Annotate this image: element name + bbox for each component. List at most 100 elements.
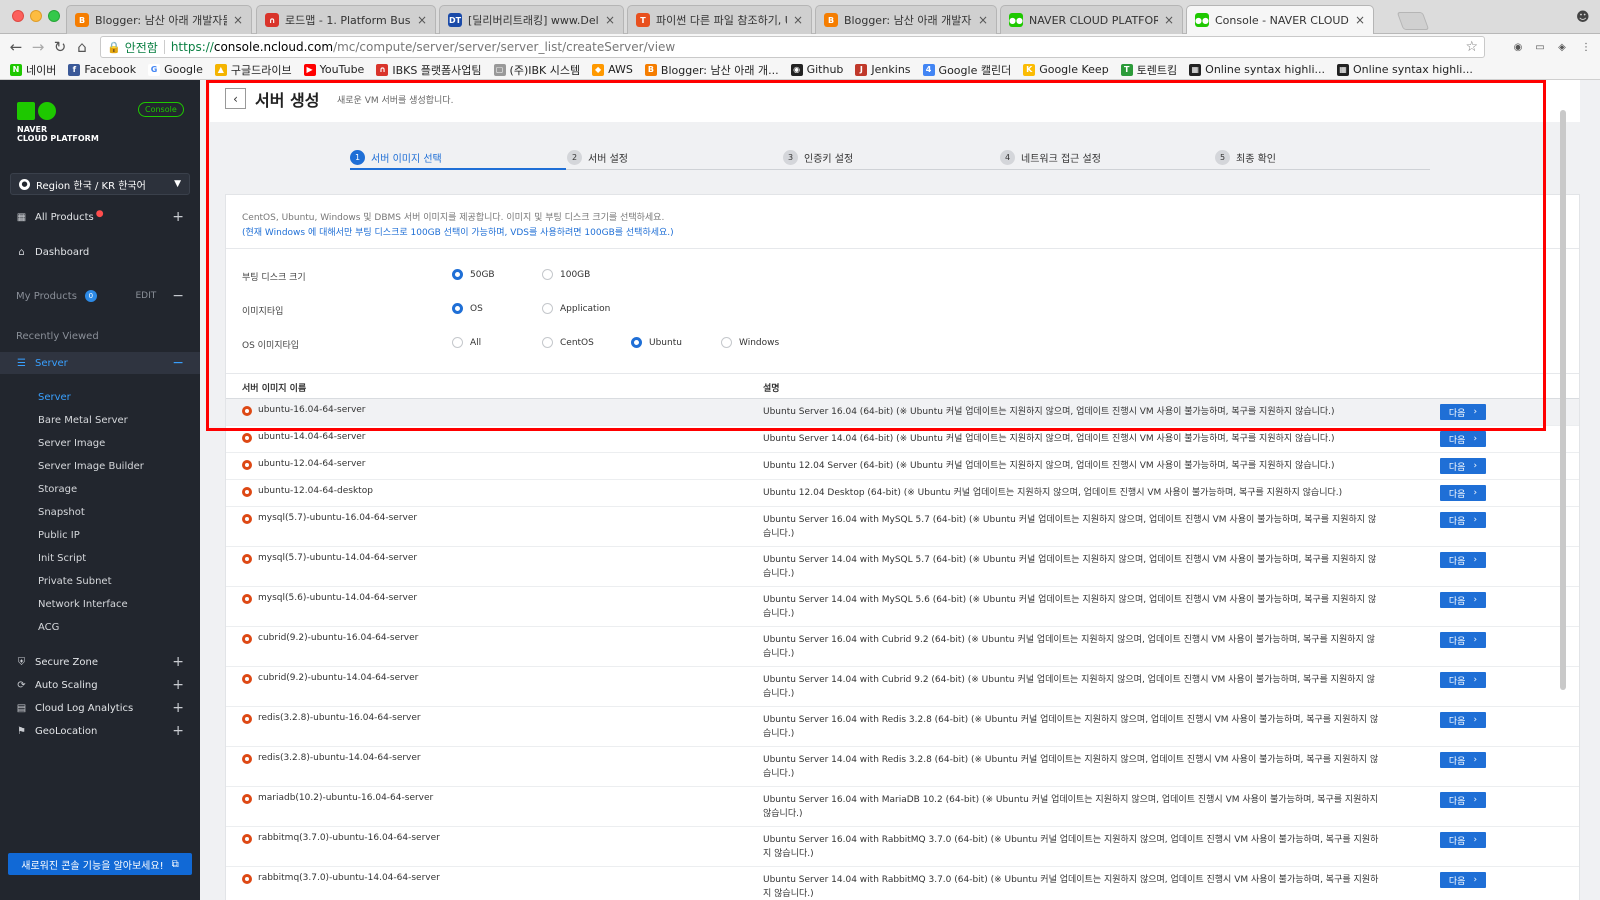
table-row[interactable]: cubrid(9.2)-ubuntu-14.04-64-server Ubuntu… [226,667,1579,707]
bookmark-item[interactable]: T 토렌트킴 [1120,62,1177,78]
home-icon[interactable]: ⌂ [72,37,92,57]
next-button[interactable]: 다음 › [1440,872,1486,888]
bookmark-item[interactable]: B Blogger: 남산 아래 개... [644,62,779,78]
browser-tab[interactable]: ●● Console - NAVER CLOUD PLAT × [1186,5,1374,34]
new-console-features-button[interactable]: 새로워진 콘솔 기능을 알아보세요! ⧉ [8,853,192,875]
radio-button[interactable] [452,303,463,314]
sidebar-group[interactable]: ▤ Cloud Log Analytics + [0,697,200,719]
radio-option[interactable]: All [452,337,481,348]
extension-icon[interactable]: ◉ [1510,39,1526,55]
bookmark-item[interactable]: ▦ Online syntax highli... [1337,63,1473,76]
radio-option[interactable]: 100GB [542,269,590,280]
next-button[interactable]: 다음 › [1440,632,1486,648]
close-window-button[interactable] [12,10,24,22]
plus-icon[interactable]: + [172,723,184,739]
browser-tab[interactable]: B Blogger: 남산 아래 개발자들 - 새 × [815,5,997,34]
bookmark-item[interactable]: G Google [148,63,203,76]
table-row[interactable]: mysql(5.7)-ubuntu-14.04-64-server Ubuntu … [226,547,1579,587]
plus-icon[interactable]: + [172,700,184,716]
table-row[interactable]: ubuntu-12.04-64-server Ubuntu 12.04 Serve… [226,453,1579,480]
sidebar-group[interactable]: ⚑ GeoLocation + [0,720,200,742]
radio-button[interactable] [631,337,642,348]
forward-arrow-icon[interactable]: → [28,37,48,57]
bookmark-item[interactable]: ▶ YouTube [303,63,364,76]
next-button[interactable]: 다음 › [1440,792,1486,808]
tab-close-icon[interactable]: × [233,13,243,27]
sidebar-group[interactable]: ⛨ Secure Zone + [0,651,200,673]
menu-kebab-icon[interactable]: ⋮ [1578,39,1594,55]
radio-button[interactable] [452,337,463,348]
profile-icon[interactable]: ☻ [1576,10,1590,25]
page-scrollbar[interactable] [1560,110,1566,690]
sidebar-subitem[interactable]: Network Interface [38,594,128,614]
table-row[interactable]: cubrid(9.2)-ubuntu-16.04-64-server Ubuntu… [226,627,1579,667]
region-selector[interactable]: ● Region 한국 / KR 한국어 ▼ [10,173,190,195]
next-button[interactable]: 다음 › [1440,458,1486,474]
tab-close-icon[interactable]: × [605,13,615,27]
radio-button[interactable] [542,337,553,348]
reload-icon[interactable]: ↻ [50,37,70,57]
next-button[interactable]: 다음 › [1440,485,1486,501]
wizard-step[interactable]: 5 최종 확인 [1215,145,1276,169]
bookmark-item[interactable]: ▢ (주)IBK 시스템 [493,62,580,78]
table-row[interactable]: mysql(5.7)-ubuntu-16.04-64-server Ubuntu … [226,507,1579,547]
edit-link[interactable]: EDIT [135,291,156,301]
next-button[interactable]: 다음 › [1440,752,1486,768]
bookmark-item[interactable]: J Jenkins [855,63,911,76]
cast-icon[interactable]: ▭ [1532,39,1548,55]
sidebar-subitem[interactable]: Init Script [38,548,86,568]
tab-close-icon[interactable]: × [978,13,988,27]
wizard-step[interactable]: 2 서버 설정 [567,145,628,169]
radio-option[interactable]: 50GB [452,269,495,280]
next-button[interactable]: 다음 › [1440,712,1486,728]
radio-option[interactable]: OS [452,303,483,314]
browser-tab[interactable]: T 파이썬 다른 파일 참조하기, Use im × [627,5,812,34]
table-row[interactable]: ubuntu-14.04-64-server Ubuntu Server 14.0… [226,426,1579,453]
browser-tab[interactable]: ∩ 로드맵 - 1. Platform Business - × [256,5,436,34]
back-button[interactable]: ‹ [225,88,246,109]
plus-icon[interactable]: + [172,677,184,693]
radio-option[interactable]: Windows [721,337,779,348]
bookmark-star-icon[interactable]: ☆ [1465,39,1478,55]
collapse-icon[interactable]: − [172,288,184,304]
sidebar-subitem[interactable]: Private Subnet [38,571,112,591]
table-row[interactable]: ubuntu-16.04-64-server Ubuntu Server 16.0… [226,399,1579,426]
radio-button[interactable] [542,269,553,280]
tab-close-icon[interactable]: × [1164,13,1174,27]
table-row[interactable]: mariadb(10.2)-ubuntu-16.04-64-server Ubun… [226,787,1579,827]
sidebar-subitem[interactable]: Server [38,387,71,407]
browser-tab[interactable]: DT [딜리버리트래킹] www.DeliveryTr × [439,5,624,34]
table-row[interactable]: rabbitmq(3.7.0)-ubuntu-14.04-64-server Ub… [226,867,1579,900]
bookmark-item[interactable]: f Facebook [68,63,136,76]
extension-shield-icon[interactable]: ◈ [1554,39,1570,55]
sidebar-subitem[interactable]: Snapshot [38,502,85,522]
sidebar-subitem[interactable]: Bare Metal Server [38,410,128,430]
radio-button[interactable] [542,303,553,314]
back-arrow-icon[interactable]: ← [6,37,26,57]
next-button[interactable]: 다음 › [1440,431,1486,447]
sidebar-subitem[interactable]: Storage [38,479,77,499]
minimize-window-button[interactable] [30,10,42,22]
tab-close-icon[interactable]: × [417,13,427,27]
sidebar-item-dashboard[interactable]: ⌂ Dashboard [0,241,200,263]
next-button[interactable]: 다음 › [1440,592,1486,608]
wizard-step[interactable]: 3 인증키 설정 [783,145,853,169]
sidebar-item-all-products[interactable]: ▦ All Products ● + [0,206,200,228]
bookmark-item[interactable]: ∩ IBKS 플랫폼사업팀 [376,62,482,78]
table-row[interactable]: mysql(5.6)-ubuntu-14.04-64-server Ubuntu … [226,587,1579,627]
next-button[interactable]: 다음 › [1440,672,1486,688]
tab-close-icon[interactable]: × [1355,13,1365,27]
bookmark-item[interactable]: K Google Keep [1023,63,1109,76]
sidebar-group-server[interactable]: ☰ Server − [0,352,200,374]
next-button[interactable]: 다음 › [1440,552,1486,568]
plus-icon[interactable]: + [172,654,184,670]
table-row[interactable]: redis(3.2.8)-ubuntu-14.04-64-server Ubunt… [226,747,1579,787]
radio-option[interactable]: Application [542,303,610,314]
sidebar-subitem[interactable]: Server Image Builder [38,456,144,476]
browser-tab[interactable]: ●● NAVER CLOUD PLATFORM × [1000,5,1183,34]
maximize-window-button[interactable] [48,10,60,22]
sidebar-item-my-products[interactable]: My Products 0 EDIT − [0,285,200,307]
sidebar-group[interactable]: ⟳ Auto Scaling + [0,674,200,696]
wizard-step[interactable]: 4 네트워크 접근 설정 [1000,145,1101,169]
table-row[interactable]: rabbitmq(3.7.0)-ubuntu-16.04-64-server Ub… [226,827,1579,867]
